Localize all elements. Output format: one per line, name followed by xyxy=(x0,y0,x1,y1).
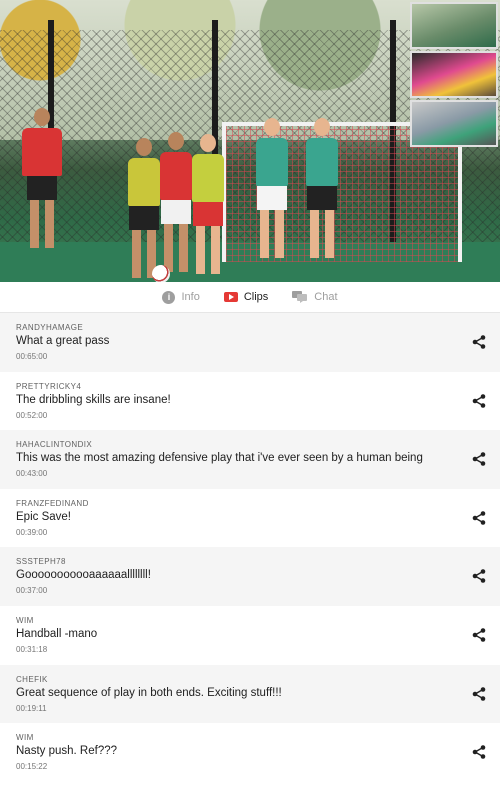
share-icon[interactable] xyxy=(472,452,486,466)
clip-item[interactable]: HAHACLINTONDIX This was the most amazing… xyxy=(0,430,500,489)
share-icon[interactable] xyxy=(472,628,486,642)
clips-list: RANDYHAMAGE What a great pass 00:65:00 P… xyxy=(0,313,500,782)
wall-player xyxy=(128,138,160,278)
clip-username: FRANZFEDINAND xyxy=(16,498,89,508)
clip-timestamp: 00:65:00 xyxy=(16,352,48,361)
tab-chat[interactable]: Chat xyxy=(292,291,338,303)
video-player[interactable] xyxy=(0,0,500,282)
clip-item[interactable]: WIM Nasty push. Ref??? 00:15:22 xyxy=(0,723,500,782)
soccer-ball xyxy=(152,265,170,282)
clips-icon xyxy=(223,292,238,302)
kicking-player xyxy=(22,108,62,248)
tab-label: Clips xyxy=(243,291,269,303)
tab-label: Chat xyxy=(314,291,338,303)
clip-timestamp: 00:37:00 xyxy=(16,586,48,596)
clip-item[interactable]: CHEFIK Great sequence of play in both en… xyxy=(0,664,500,724)
clip-timestamp: 00:19:11 xyxy=(16,703,47,713)
clip-message: Nasty push. Ref??? xyxy=(16,745,118,758)
clip-message: This was the most amazing defensive play… xyxy=(16,452,423,465)
share-icon[interactable] xyxy=(472,569,486,584)
clip-username: CHEFIK xyxy=(16,674,48,684)
clip-timestamp: 00:15:22 xyxy=(16,762,48,772)
tab-bar: i Info Clips Chat xyxy=(0,282,500,313)
info-icon: i xyxy=(162,290,176,304)
clip-username: SSSTEPH78 xyxy=(16,557,66,567)
clip-username: PRETTYRICKY4 xyxy=(16,381,82,391)
clip-timestamp: 00:31:18 xyxy=(16,644,48,654)
clip-message: Handball -mano xyxy=(16,627,98,640)
clip-username: WIM xyxy=(16,615,34,625)
clip-username: HAHACLINTONDIX xyxy=(16,440,93,450)
clip-timestamp: 00:39:00 xyxy=(16,527,48,537)
clip-item[interactable]: PRETTYRICKY4 The dribbling skills are in… xyxy=(0,372,500,431)
chat-icon xyxy=(292,291,308,303)
clip-message: Epic Save! xyxy=(16,510,71,523)
video-thumbnail[interactable] xyxy=(410,51,498,98)
clip-message: What a great pass xyxy=(16,335,110,347)
clip-message: Gooooooooooaaaaaallllllll! xyxy=(16,569,151,582)
clip-timestamp: 00:43:00 xyxy=(16,469,48,479)
share-icon[interactable] xyxy=(472,745,486,759)
clip-item[interactable]: SSSTEPH78 Gooooooooooaaaaaallllllll! 00:… xyxy=(0,547,500,606)
thumbnail-strip xyxy=(410,2,498,147)
wall-player xyxy=(256,118,288,258)
clip-timestamp: 00:52:00 xyxy=(16,410,48,420)
wall-player xyxy=(306,118,338,258)
video-thumbnail[interactable] xyxy=(410,100,498,147)
clip-message: The dribbling skills are insane! xyxy=(16,393,171,406)
wall-player xyxy=(192,134,224,274)
tab-clips[interactable]: Clips xyxy=(223,291,269,303)
tab-info[interactable]: i Info xyxy=(162,290,200,304)
clip-message: Great sequence of play in both ends. Exc… xyxy=(16,686,282,699)
share-icon[interactable] xyxy=(472,335,486,349)
clip-item[interactable]: WIM Handball -mano 00:31:18 xyxy=(0,606,500,665)
share-icon[interactable] xyxy=(472,393,486,408)
clip-item[interactable]: RANDYHAMAGE What a great pass 00:65:00 xyxy=(0,313,500,372)
video-thumbnail[interactable] xyxy=(410,2,498,49)
clip-item[interactable]: FRANZFEDINAND Epic Save! 00:39:00 xyxy=(0,489,500,548)
tab-label: Info xyxy=(181,291,200,303)
share-icon[interactable] xyxy=(472,510,486,525)
share-icon[interactable] xyxy=(472,686,486,701)
clip-username: RANDYHAMAGE xyxy=(16,323,84,332)
wall-player xyxy=(160,132,192,272)
clip-username: WIM xyxy=(16,733,34,743)
